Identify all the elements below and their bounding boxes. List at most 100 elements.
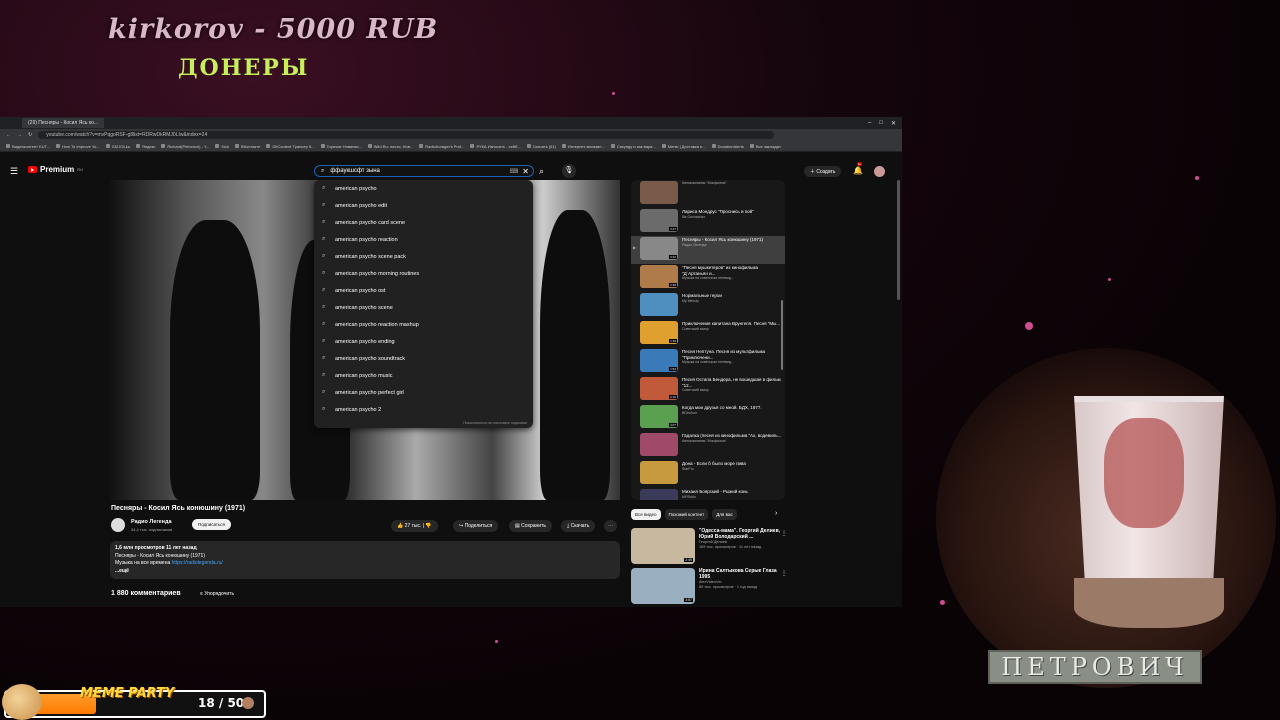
channel-avatar[interactable] — [111, 518, 125, 532]
suggestion-item[interactable]: ⌕ american psycho morning routines — [314, 265, 533, 282]
playlist-item-channel: Ilia Gochachko — [682, 214, 706, 219]
bookmark-item[interactable]: Интернет-магазин... — [562, 144, 605, 149]
suggestion-item[interactable]: ⌕ american psycho ending — [314, 333, 533, 350]
playlist-item-title: "Песня мушкетеров" из кинофильма "Д`Арта… — [682, 265, 758, 276]
playlist-item[interactable]: 4:07 Когда мои друзья со мной. БДХ, 1977.… — [631, 404, 785, 432]
reload-icon[interactable]: ↻ — [28, 132, 32, 138]
playlist-item-channel: StarPro — [682, 466, 694, 471]
suggestion-item[interactable]: ⌕ american psycho music — [314, 367, 533, 384]
avatar[interactable] — [874, 166, 885, 177]
bookmark-item[interactable]: RadioKorager's Prof... — [419, 144, 464, 149]
suggestion-item[interactable]: ⌕ american psycho scene pack — [314, 248, 533, 265]
minimize-icon[interactable]: – — [868, 120, 871, 127]
youtube-logo[interactable]: Premium RU — [28, 165, 83, 174]
description-more[interactable]: ...ещё — [115, 568, 615, 576]
share-button[interactable]: ↪ Поделиться — [453, 520, 499, 532]
download-button[interactable]: ⤓ Скачать — [561, 520, 596, 532]
save-button[interactable]: ▤ Сохранить — [509, 520, 552, 532]
bookmark-item[interactable]: Яндекс — [136, 144, 155, 149]
search-button-icon[interactable]: ⌕ — [539, 166, 544, 177]
menu-icon[interactable]: ☰ — [10, 166, 18, 177]
playlist-item[interactable]: 3:27 Лариса Мондрус "Проснись и пой" Ilia … — [631, 208, 785, 236]
filter-chip[interactable]: Похожий контент — [664, 509, 709, 520]
bookmark-item[interactable]: Wild.Ru: почти, Нов... — [368, 144, 413, 149]
forward-icon[interactable]: → — [17, 132, 22, 138]
subscribe-button[interactable]: Подписаться — [192, 519, 231, 530]
playlist-thumbnail: 3:27 — [640, 209, 678, 232]
bookmark-item[interactable]: How To Improve Yo... — [56, 144, 100, 149]
bookmark-item[interactable]: Меню | Доставка п... — [662, 144, 706, 149]
playlist-item[interactable]: Гадалка (песня из кинофильма "Ах, водеви… — [631, 432, 785, 460]
bookmark-item[interactable]: DonationAlerts — [712, 144, 744, 149]
microphone-icon[interactable]: 🎙 — [562, 164, 576, 178]
bookmark-item[interactable]: Горячие Новинки... — [321, 144, 362, 149]
search-icon: ⌕ — [322, 389, 326, 395]
close-icon[interactable]: ✕ — [891, 120, 896, 127]
suggestion-item[interactable]: ⌕ american psycho scene — [314, 299, 533, 316]
suggestion-item[interactable]: ⌕ american psycho soundtrack — [314, 350, 533, 367]
playlist-item[interactable]: 3:14 Михаил Боярский - Рыжий коньMFShkin — [631, 488, 785, 500]
description-link[interactable]: https://radiolegenda.ru/ — [172, 560, 223, 566]
playlist-item-channel: Музыка на советском телевид... — [682, 276, 734, 281]
playlist-item[interactable]: Нормальные герои My Melody — [631, 292, 785, 320]
playlist-item[interactable]: 2:48 "Песня мушкетеров" из кинофильма "Д`… — [631, 264, 785, 292]
browser-tab[interactable]: (29) Песняры - Косил Ясь ко... — [22, 118, 104, 128]
bookmark-item[interactable]: Скачать (61) — [527, 144, 556, 149]
filter-chip[interactable]: Все видео — [631, 509, 661, 520]
search-input[interactable]: ⌕ ффаукшсфт зына ⌨ ✕ — [314, 165, 534, 177]
back-icon[interactable]: ← — [6, 132, 11, 138]
more-actions-icon[interactable]: ⋯ — [604, 520, 617, 532]
bookmark-item[interactable]: Все закладки — [750, 144, 781, 149]
search-icon: ⌕ — [322, 355, 326, 361]
playlist-item[interactable]: 1:54 Песня Нептуна. Песня из мультфильма … — [631, 348, 785, 376]
duration: 1:49 — [669, 339, 677, 343]
bookmark-item[interactable]: Видеоконтент KUT... — [6, 144, 50, 149]
recommended-video[interactable]: 2:49 "Одесса-мама". Георгий Делиев, Юрий … — [631, 528, 791, 566]
playlist-item[interactable]: 1:49 Приключения капитана Врунгеля. Песня… — [631, 320, 785, 348]
address-bar: ← → ↻ youtube.com/watch?v=mvPqgoRSF-g8li… — [0, 129, 902, 141]
playlist-thumbnail: 3:14 — [640, 489, 678, 500]
clear-search-icon[interactable]: ✕ — [522, 167, 529, 176]
more-options-icon[interactable]: ⋮ — [781, 570, 787, 577]
suggestion-item[interactable]: ⌕ american psycho 2 — [314, 401, 533, 418]
bookmark-item[interactable]: ВКонтакте — [235, 144, 260, 149]
like-button[interactable]: 👍 27 тыс. | 👎 — [391, 520, 438, 532]
sort-comments-button[interactable]: ≡ Упорядочить — [200, 591, 234, 597]
playlist-item-channel: Советский юмор — [682, 326, 709, 331]
playlist-item-channel: Кинокомпания "Мосфильм" — [682, 438, 727, 443]
channel-name[interactable]: Радио Легенда — [131, 519, 172, 525]
bookmark-item[interactable]: Kick — [215, 144, 229, 149]
page-scrollbar[interactable] — [897, 180, 900, 300]
chevron-right-icon[interactable]: › — [775, 510, 777, 517]
suggestion-item[interactable]: ⌕ american psycho edit — [314, 197, 533, 214]
playlist-item[interactable]: Кинокомпания "Мосфильм" — [631, 180, 785, 208]
bookmark-item[interactable]: РУКА Износить - сейб... — [470, 144, 520, 149]
filter-chip[interactable]: Для вас — [712, 509, 737, 520]
suggestion-item[interactable]: ⌕ american psycho perfect girl — [314, 384, 533, 401]
suggestion-item[interactable]: ⌕ american psycho — [314, 180, 533, 197]
keyboard-icon[interactable]: ⌨ — [510, 168, 519, 175]
more-options-icon[interactable]: ⋮ — [781, 530, 787, 537]
bookmark-item[interactable]: GIZJOLku — [106, 144, 130, 149]
bookmark-item[interactable]: Секунду и как вара... — [611, 144, 656, 149]
duration: 2:49 — [684, 558, 693, 562]
playlist-item[interactable]: Дона - Если б было море пива StarPro — [631, 460, 785, 488]
recommended-video[interactable]: 3:57 Ирина Салтыкова Серые Глаза 1995 Alex… — [631, 568, 791, 606]
bookmark-item[interactable]: Richard(Petrovich) - Y... — [161, 144, 209, 149]
bookmark-item[interactable]: GitContent Трансер К... — [266, 144, 314, 149]
suggestion-item[interactable]: ⌕ american psycho ost — [314, 282, 533, 299]
suggestion-item[interactable]: ⌕ american psycho reaction mashup — [314, 316, 533, 333]
bell-icon[interactable]: 🔔 — [853, 166, 863, 175]
playlist-item[interactable]: 2:10 Песня Остапа Бендера, не вошедшая в … — [631, 376, 785, 404]
url-field[interactable]: youtube.com/watch?v=mvPqgoRSF-g8list=RDR… — [38, 131, 775, 139]
playlist-thumbnail: 2:48 — [640, 265, 678, 288]
suggestion-item[interactable]: ⌕ american psycho card scene — [314, 214, 533, 231]
report-suggestions-link[interactable]: Пожаловаться на поисковые подсказки — [463, 421, 527, 425]
create-button[interactable]: ＋ Создать — [804, 166, 842, 177]
playlist-scrollbar[interactable] — [781, 300, 783, 370]
playlist-item[interactable]: ▶ 3:22 Песняры - Косил Ясь конюшину (1971)… — [631, 236, 785, 264]
suggestion-item[interactable]: ⌕ american psycho reaction — [314, 231, 533, 248]
description-line: Музыка на все времена https://radiolegen… — [115, 560, 223, 566]
video-description[interactable]: 1,6 млн просмотров 11 лет назад Песняры … — [110, 541, 620, 579]
maximize-icon[interactable]: □ — [879, 120, 883, 127]
